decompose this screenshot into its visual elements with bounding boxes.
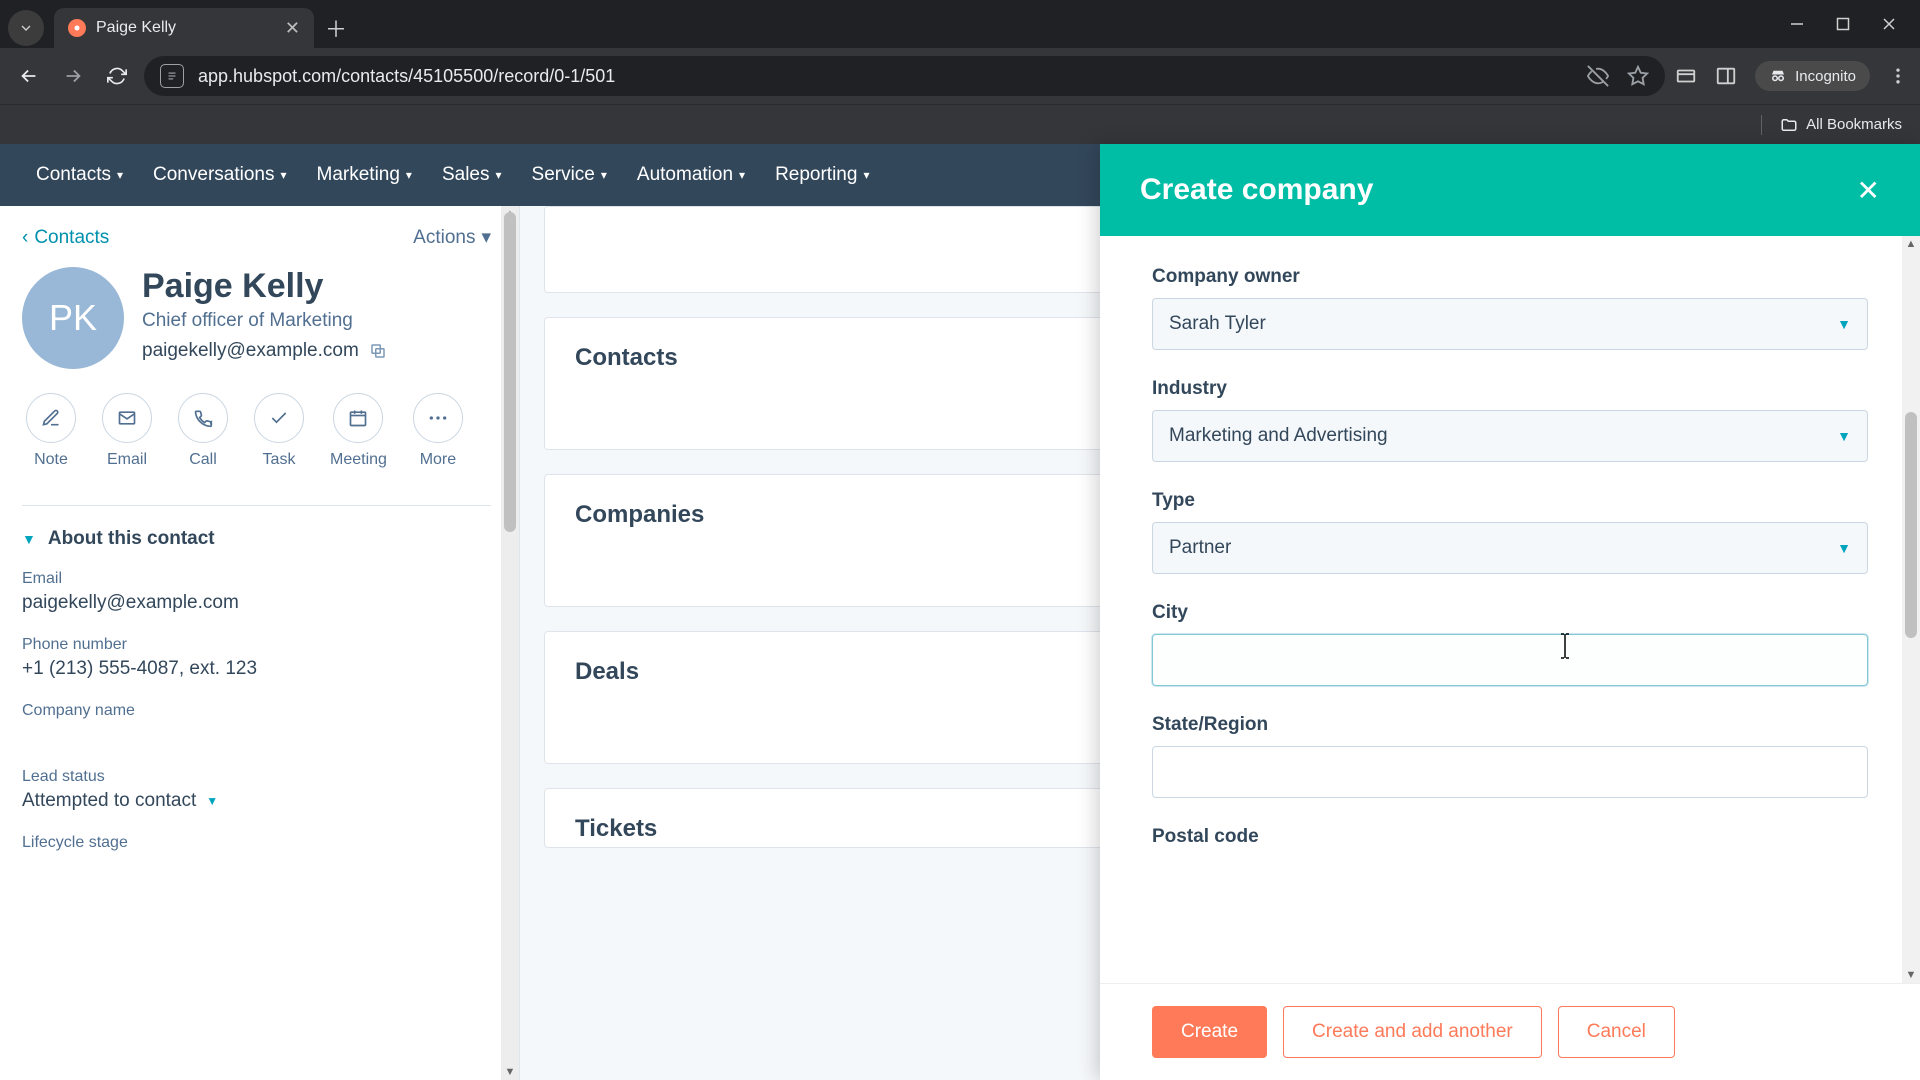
chevron-down-icon: ▾ [481, 226, 491, 249]
window-close-icon[interactable] [1880, 15, 1898, 33]
contact-email: paigekelly@example.com [142, 340, 359, 362]
caret-down-icon: ▼ [1837, 540, 1851, 556]
lead-status-value[interactable]: Attempted to contact▼ [22, 790, 491, 812]
tab-title: Paige Kelly [96, 19, 176, 37]
caret-down-icon: ▼ [1837, 428, 1851, 444]
forward-button[interactable] [56, 59, 90, 93]
caret-down-icon: ▼ [22, 531, 36, 547]
create-company-drawer: Create company ✕ Company owner Sarah Tyl… [1100, 144, 1920, 1080]
type-select[interactable]: Partner ▼ [1152, 522, 1868, 574]
drawer-scrollbar[interactable]: ▲ ▼ [1902, 236, 1920, 983]
caret-down-icon: ▼ [206, 794, 218, 808]
contact-job-title: Chief officer of Marketing [142, 310, 387, 332]
state-label: State/Region [1152, 714, 1868, 736]
create-and-add-another-button[interactable]: Create and add another [1283, 1006, 1542, 1058]
browser-toolbar: app.hubspot.com/contacts/45105500/record… [0, 48, 1920, 104]
chevron-down-icon: ▾ [739, 168, 745, 182]
new-tab-button[interactable]: ＋ [320, 12, 352, 44]
copy-icon[interactable] [369, 342, 387, 360]
tab-strip: Paige Kelly ✕ ＋ [0, 0, 1920, 48]
browser-tab[interactable]: Paige Kelly ✕ [54, 8, 314, 48]
meeting-action[interactable]: Meeting [330, 393, 387, 469]
task-action[interactable]: Task [254, 393, 304, 469]
site-info-icon[interactable] [160, 64, 184, 88]
nav-conversations[interactable]: Conversations▾ [153, 164, 286, 186]
chevron-down-icon: ▾ [863, 168, 869, 182]
postal-label: Postal code [1152, 826, 1868, 848]
cancel-button[interactable]: Cancel [1558, 1006, 1675, 1058]
phone-label: Phone number [22, 636, 491, 654]
nav-contacts[interactable]: Contacts▾ [36, 164, 123, 186]
company-label: Company name [22, 702, 491, 720]
chevron-down-icon: ▾ [406, 168, 412, 182]
note-action[interactable]: Note [26, 393, 76, 469]
window-minimize-icon[interactable] [1788, 15, 1806, 33]
eye-off-icon[interactable] [1587, 65, 1609, 87]
reload-button[interactable] [100, 59, 134, 93]
contact-sidebar: ‹ Contacts Actions ▾ PK Paige Kelly Chie… [0, 206, 520, 1080]
company-owner-select[interactable]: Sarah Tyler ▼ [1152, 298, 1868, 350]
company-value[interactable] [22, 724, 491, 746]
caret-down-icon: ▼ [1837, 316, 1851, 332]
lifecycle-label: Lifecycle stage [22, 834, 491, 852]
tab-close-icon[interactable]: ✕ [285, 18, 300, 39]
contact-name: Paige Kelly [142, 267, 387, 306]
sidebar-scrollbar[interactable]: ▲ ▼ [501, 206, 519, 1080]
chevron-down-icon: ▾ [280, 168, 286, 182]
phone-value[interactable]: +1 (213) 555-4087, ext. 123 [22, 658, 491, 680]
type-label: Type [1152, 490, 1868, 512]
media-icon[interactable] [1675, 65, 1697, 87]
state-input[interactable] [1152, 746, 1868, 798]
industry-label: Industry [1152, 378, 1868, 400]
chevron-down-icon: ▾ [117, 168, 123, 182]
back-to-contacts-link[interactable]: ‹ Contacts [22, 227, 109, 249]
bookmarks-bar: All Bookmarks [0, 104, 1920, 144]
email-value[interactable]: paigekelly@example.com [22, 592, 491, 614]
actions-dropdown[interactable]: Actions ▾ [413, 226, 491, 249]
chevron-down-icon: ▾ [601, 168, 607, 182]
drawer-header: Create company ✕ [1100, 144, 1920, 236]
scrollbar-thumb[interactable] [1905, 412, 1917, 638]
hubspot-favicon [68, 19, 86, 37]
close-icon[interactable]: ✕ [1857, 174, 1880, 207]
tab-search-button[interactable] [8, 10, 44, 46]
more-action[interactable]: More [413, 393, 463, 469]
chevron-down-icon: ▾ [495, 168, 501, 182]
app-content: Contacts▾ Conversations▾ Marketing▾ Sale… [0, 144, 1920, 1080]
scrollbar-thumb[interactable] [504, 212, 516, 532]
nav-marketing[interactable]: Marketing▾ [317, 164, 412, 186]
all-bookmarks-button[interactable]: All Bookmarks [1780, 116, 1902, 134]
company-owner-label: Company owner [1152, 266, 1868, 288]
email-action[interactable]: Email [102, 393, 152, 469]
about-section-toggle[interactable]: ▼ About this contact [22, 528, 491, 550]
browser-menu-icon[interactable] [1888, 66, 1908, 86]
drawer-title: Create company [1140, 173, 1373, 207]
email-label: Email [22, 570, 491, 588]
star-icon[interactable] [1627, 65, 1649, 87]
city-input[interactable] [1152, 634, 1868, 686]
browser-chrome: Paige Kelly ✕ ＋ app.hubspot.com/contacts… [0, 0, 1920, 144]
url-text: app.hubspot.com/contacts/45105500/record… [198, 66, 615, 87]
side-panel-icon[interactable] [1715, 65, 1737, 87]
text-cursor-icon [1558, 632, 1572, 660]
drawer-footer: Create Create and add another Cancel [1100, 983, 1920, 1080]
scroll-down-icon[interactable]: ▼ [1902, 967, 1920, 983]
scroll-up-icon[interactable]: ▲ [1902, 236, 1920, 252]
back-button[interactable] [12, 59, 46, 93]
scroll-down-icon[interactable]: ▼ [501, 1064, 519, 1080]
create-button[interactable]: Create [1152, 1006, 1267, 1058]
lead-status-label: Lead status [22, 768, 491, 786]
city-label: City [1152, 602, 1868, 624]
contact-avatar: PK [22, 267, 124, 369]
incognito-badge[interactable]: Incognito [1755, 61, 1870, 91]
call-action[interactable]: Call [178, 393, 228, 469]
nav-automation[interactable]: Automation▾ [637, 164, 745, 186]
window-maximize-icon[interactable] [1834, 15, 1852, 33]
address-bar[interactable]: app.hubspot.com/contacts/45105500/record… [144, 56, 1665, 96]
chevron-left-icon: ‹ [22, 227, 28, 249]
nav-service[interactable]: Service▾ [532, 164, 607, 186]
nav-reporting[interactable]: Reporting▾ [775, 164, 869, 186]
nav-sales[interactable]: Sales▾ [442, 164, 502, 186]
industry-select[interactable]: Marketing and Advertising ▼ [1152, 410, 1868, 462]
